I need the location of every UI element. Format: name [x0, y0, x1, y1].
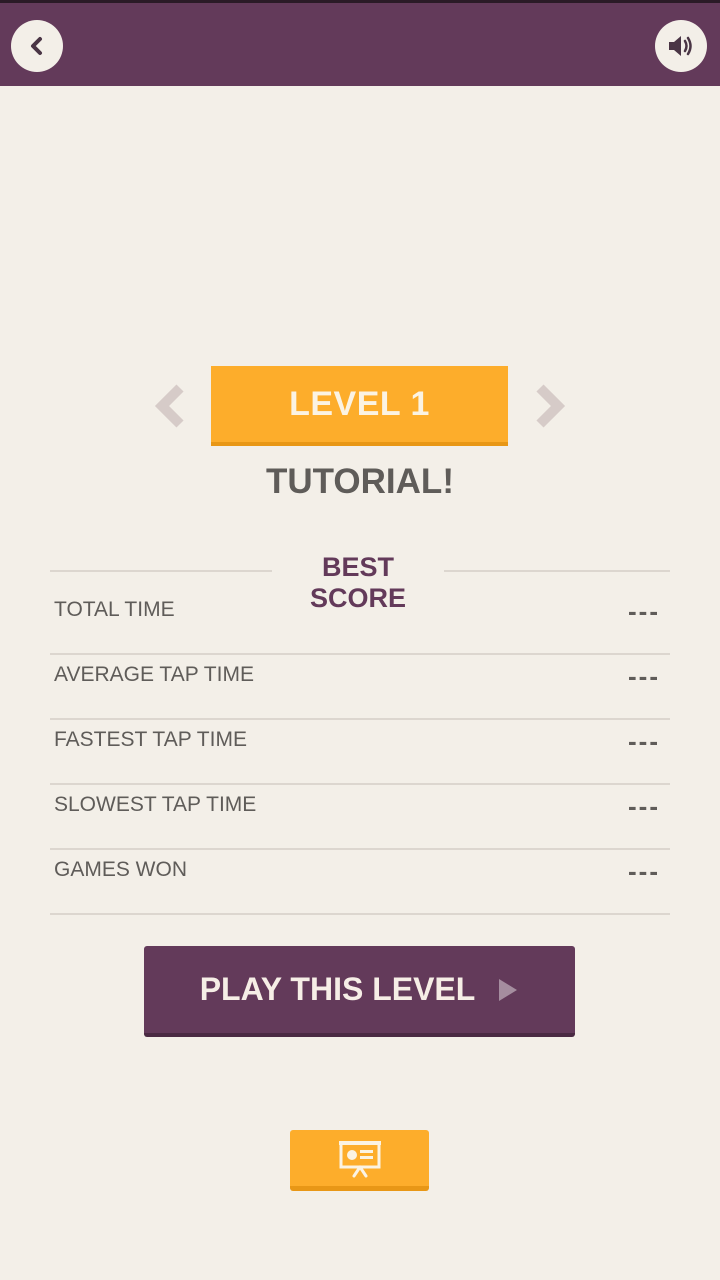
best-score-header: BEST SCORE: [50, 552, 670, 613]
speaker-icon: [669, 36, 692, 56]
stat-value: ---: [628, 856, 660, 886]
divider: [50, 570, 272, 572]
stat-row-fastest-tap-time: FASTEST TAP TIME ---: [50, 720, 670, 785]
play-this-level-button[interactable]: PLAY THIS LEVEL: [144, 946, 575, 1037]
level-label: LEVEL 1: [211, 366, 508, 446]
chevron-left-icon: [31, 37, 42, 55]
presentation-button[interactable]: [290, 1130, 429, 1191]
divider: [444, 570, 670, 572]
sound-button[interactable]: [655, 20, 707, 72]
stat-row-total-time: TOTAL TIME ---: [50, 590, 670, 655]
stat-row-slowest-tap-time: SLOWEST TAP TIME ---: [50, 785, 670, 850]
stat-value: ---: [628, 596, 660, 626]
level-selector: LEVEL 1: [0, 366, 720, 446]
stat-label: GAMES WON: [54, 858, 188, 881]
stat-label: TOTAL TIME: [54, 598, 175, 621]
next-level-button[interactable]: [524, 382, 572, 430]
presentation-icon: [338, 1141, 381, 1178]
back-button[interactable]: [11, 20, 63, 72]
previous-level-button[interactable]: [148, 382, 196, 430]
stat-row-average-tap-time: AVERAGE TAP TIME ---: [50, 655, 670, 720]
stat-value: ---: [628, 726, 660, 756]
stat-row-games-won: GAMES WON ---: [50, 850, 670, 915]
top-bar: [0, 0, 720, 86]
play-button-label: PLAY THIS LEVEL: [199, 971, 476, 1007]
stat-value: ---: [628, 791, 660, 821]
stat-label: FASTEST TAP TIME: [54, 728, 247, 751]
play-icon: [499, 978, 518, 1001]
stat-label: AVERAGE TAP TIME: [54, 663, 254, 686]
stat-label: SLOWEST TAP TIME: [54, 793, 257, 816]
level-subtitle: TUTORIAL!: [266, 462, 454, 501]
best-score-table: TOTAL TIME --- AVERAGE TAP TIME --- FAST…: [50, 590, 670, 915]
stat-value: ---: [628, 661, 660, 691]
